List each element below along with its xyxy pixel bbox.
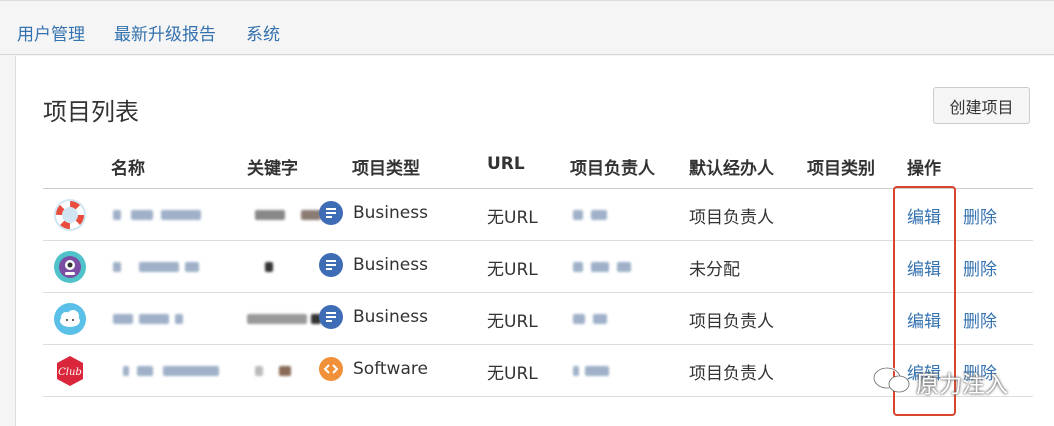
project-type: Business [353,203,428,223]
project-name-redacted[interactable] [113,360,223,382]
project-key-redacted [255,204,325,226]
watermark-text: 原力注入 [916,372,1008,398]
project-lead-redacted[interactable] [573,308,623,330]
edit-link[interactable]: 编辑 [907,255,941,280]
business-icon [319,305,343,329]
project-lead-redacted[interactable] [573,360,623,382]
nav-system[interactable]: 系统 [246,20,280,45]
project-lead-redacted[interactable] [573,256,643,278]
default-assignee: 项目负责人 [689,208,774,228]
create-project-button[interactable]: 创建项目 [933,87,1030,124]
wechat-icon [872,366,910,393]
default-assignee: 未分配 [689,260,740,280]
nav-upgrade-report[interactable]: 最新升级报告 [114,20,216,45]
project-url: 无URL [487,208,538,228]
project-url: 无URL [487,364,538,384]
nav-user-management[interactable]: 用户管理 [17,20,85,45]
project-name-redacted[interactable] [113,256,213,278]
project-name-redacted[interactable] [113,308,213,330]
table-row: Business 无URL 项目负责人 编辑 删除 [43,293,1033,345]
project-type: Software [353,359,428,379]
cloud-avatar [54,303,86,335]
edit-link[interactable]: 编辑 [907,203,941,228]
project-type: Business [353,307,428,327]
project-type: Business [353,255,428,275]
software-icon [319,357,343,381]
column-header-actions: 操作 [907,159,941,179]
table-row: Business 无URL 未分配 编辑 删除 [43,241,1033,293]
edit-link[interactable]: 编辑 [907,307,941,332]
column-header-lead[interactable]: 项目负责人 [570,154,655,179]
project-key-redacted [247,308,327,330]
column-header-type[interactable]: 项目类型 [352,154,420,179]
default-assignee: 项目负责人 [689,364,774,384]
page-title: 项目列表 [43,98,139,126]
business-icon [319,201,343,225]
column-header-category[interactable]: 项目类别 [807,154,875,179]
svg-text:Club: Club [58,367,82,378]
club-badge-avatar: Club [57,356,83,386]
default-assignee: 项目负责人 [689,312,774,332]
robot-avatar [54,251,86,283]
column-header-name[interactable]: 名称 [111,154,145,179]
delete-link[interactable]: 删除 [963,307,997,332]
project-url: 无URL [487,260,538,280]
top-navigation: 用户管理 最新升级报告 系统 [0,0,1054,55]
project-key-redacted [265,256,285,278]
business-icon [319,253,343,277]
lifebuoy-avatar [54,199,86,231]
project-lead-redacted[interactable] [573,204,623,226]
column-header-key[interactable]: 关键字 [247,154,298,179]
delete-link[interactable]: 删除 [963,255,997,280]
delete-link[interactable]: 删除 [963,203,997,228]
project-name-redacted[interactable] [113,204,213,226]
project-url: 无URL [487,312,538,332]
table-row: Business 无URL 项目负责人 编辑 删除 [43,189,1033,241]
column-header-assignee: 默认经办人 [689,159,774,179]
column-header-url: URL [487,154,525,174]
project-key-redacted [255,360,295,382]
